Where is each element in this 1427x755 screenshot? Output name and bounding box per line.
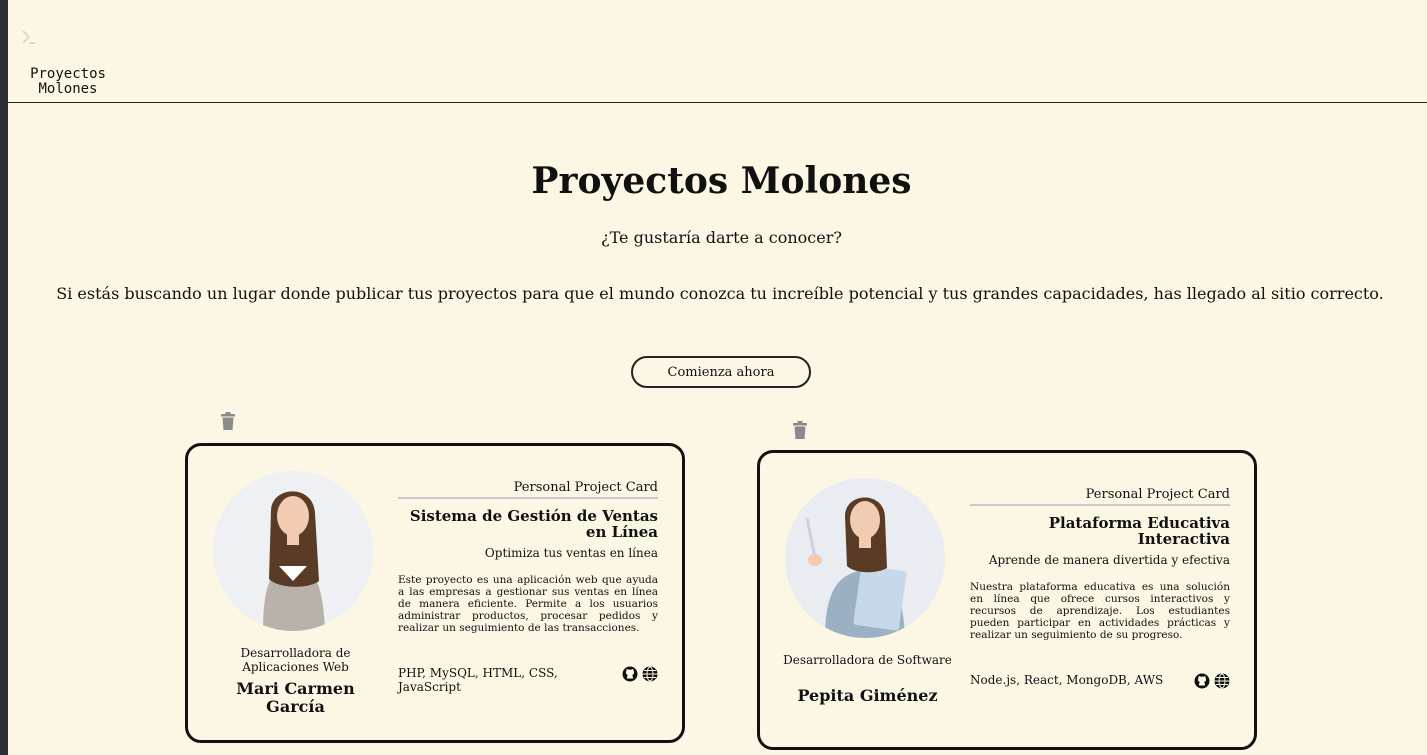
project-technologies: PHP, MySQL, HTML, CSS, JavaScript [398,666,558,694]
author-name: Pepita Giménez [797,686,938,705]
project-info: Personal Project Card Plataforma Educati… [970,487,1230,641]
tech-row: PHP, MySQL, HTML, CSS, JavaScript [398,666,658,694]
project-card[interactable]: Desarrolladora de Aplicaciones Web Mari … [185,443,685,743]
project-slogan: Aprende de manera divertida y efectiva [988,553,1230,567]
globe-icon[interactable] [642,666,658,682]
project-description: Nuestra plataforma educativa es una solu… [970,581,1230,641]
project-technologies: Node.js, React, MongoDB, AWS [970,673,1164,687]
hero-text: Si estás buscando un lugar donde publica… [56,284,1384,303]
hero-subtitle: ¿Te gustaría darte a conocer? [601,228,842,247]
card-label: Personal Project Card [398,480,658,499]
window-edge [0,0,8,755]
project-description: Este proyecto es una aplicación web que … [398,574,658,634]
author-photo [785,478,945,638]
project-title: Sistema de Gestión de Ventas en Línea [409,507,658,541]
card-label: Personal Project Card [970,487,1230,506]
start-now-button[interactable]: Comienza ahora [631,356,811,388]
globe-icon[interactable] [1214,673,1230,689]
author-photo [213,471,373,631]
page-title: Proyectos Molones [531,160,912,202]
site-header: Proyectos Molones [8,0,1427,103]
trash-icon[interactable] [220,412,236,430]
github-icon[interactable] [622,666,638,682]
tech-row: Node.js, React, MongoDB, AWS [970,673,1230,689]
project-card[interactable]: Desarrolladora de Software Pepita Giméne… [757,450,1257,750]
logo-icon[interactable] [20,28,38,50]
project-title: Plataforma Educativa Interactiva [1048,514,1230,548]
logo-text[interactable]: Proyectos Molones [18,67,118,97]
project-slogan: Optimiza tus ventas en línea [484,546,658,560]
trash-icon[interactable] [792,421,808,439]
project-info: Personal Project Card Sistema de Gestión… [398,480,658,634]
author-role: Desarrolladora de Aplicaciones Web [240,646,351,674]
author-name: Mari Carmen García [236,679,355,716]
author-role: Desarrolladora de Software [783,653,952,667]
github-icon[interactable] [1194,673,1210,689]
